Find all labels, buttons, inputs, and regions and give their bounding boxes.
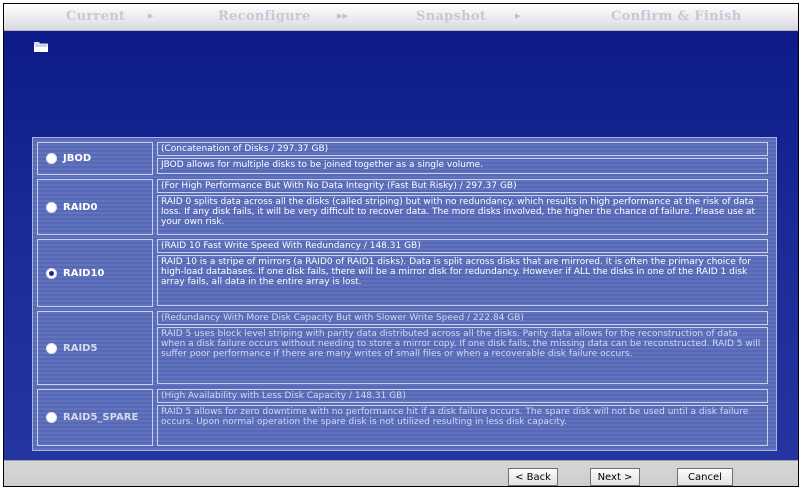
option-row-raid5-spare: RAID5_SPARE (High Availability with Less… <box>37 389 772 446</box>
wizard-step-bar: Current ▸ Reconfigure ▸▸ Snapshot ▸ Conf… <box>4 4 798 31</box>
option-description: RAID 5 uses block level striping with pa… <box>157 327 768 384</box>
option-description: RAID 0 splits data across all the disks … <box>157 195 768 235</box>
radio-option-raid0[interactable]: RAID0 <box>37 179 153 235</box>
wizard-window: Current ▸ Reconfigure ▸▸ Snapshot ▸ Conf… <box>3 3 799 487</box>
step-confirm-finish: Confirm & Finish <box>611 9 742 24</box>
option-label: RAID5 <box>63 342 98 354</box>
step-arrow-icon: ▸▸ <box>337 9 349 22</box>
radio-button-selected[interactable] <box>46 267 57 279</box>
option-description: JBOD allows for multiple disks to be joi… <box>157 158 768 174</box>
option-row-jbod: JBOD (Concatenation of Disks / 297.37 GB… <box>37 142 772 175</box>
option-heading: (For High Performance But With No Data I… <box>157 179 768 193</box>
option-label: RAID5_SPARE <box>63 412 139 423</box>
folder-icon <box>34 42 48 52</box>
option-row-raid0: RAID0 (For High Performance But With No … <box>37 179 772 235</box>
cancel-button[interactable]: Cancel <box>677 468 733 486</box>
radio-button[interactable] <box>46 153 57 164</box>
back-button[interactable]: < Back <box>508 468 558 486</box>
option-text: (For High Performance But With No Data I… <box>157 179 768 235</box>
raid-options-panel: JBOD (Concatenation of Disks / 297.37 GB… <box>32 137 777 451</box>
option-label: RAID0 <box>63 201 98 213</box>
option-label: RAID10 <box>63 267 105 279</box>
step-current: Current <box>66 9 126 24</box>
option-row-raid10: RAID10 (RAID 10 Fast Write Speed With Re… <box>37 239 772 307</box>
radio-option-jbod[interactable]: JBOD <box>37 142 153 175</box>
radio-button[interactable] <box>46 201 57 213</box>
next-button[interactable]: Next > <box>590 468 640 486</box>
radio-button[interactable] <box>46 412 57 423</box>
option-description: RAID 10 is a stripe of mirrors (a RAID0 … <box>157 255 768 306</box>
button-bar: < Back Next > Cancel <box>4 460 798 486</box>
step-snapshot: Snapshot <box>416 9 487 24</box>
option-text: (Redundancy With More Disk Capacity But … <box>157 311 768 385</box>
option-label: JBOD <box>63 153 92 164</box>
option-text: (High Availability with Less Disk Capaci… <box>157 389 768 446</box>
option-description: RAID 5 allows for zero downtime with no … <box>157 405 768 446</box>
radio-button[interactable] <box>46 342 57 354</box>
radio-option-raid5[interactable]: RAID5 <box>37 311 153 385</box>
option-heading: (High Availability with Less Disk Capaci… <box>157 389 768 403</box>
option-heading: (Redundancy With More Disk Capacity But … <box>157 311 768 325</box>
option-heading: (Concatenation of Disks / 297.37 GB) <box>157 142 768 156</box>
step-reconfigure: Reconfigure <box>218 9 311 24</box>
option-row-raid5: RAID5 (Redundancy With More Disk Capacit… <box>37 311 772 385</box>
step-arrow-icon: ▸ <box>148 9 154 22</box>
step-arrow-icon: ▸ <box>515 9 521 22</box>
radio-option-raid10[interactable]: RAID10 <box>37 239 153 307</box>
radio-option-raid5-spare[interactable]: RAID5_SPARE <box>37 389 153 446</box>
option-text: (RAID 10 Fast Write Speed With Redundanc… <box>157 239 768 307</box>
option-heading: (RAID 10 Fast Write Speed With Redundanc… <box>157 239 768 253</box>
option-text: (Concatenation of Disks / 297.37 GB) JBO… <box>157 142 768 175</box>
